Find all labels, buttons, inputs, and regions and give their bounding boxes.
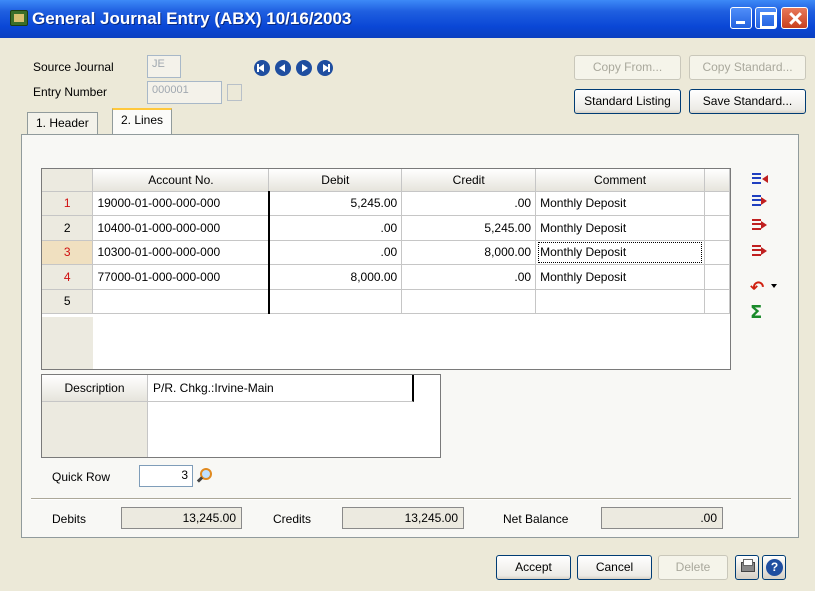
filler-cell	[704, 264, 731, 290]
app-icon	[10, 10, 28, 26]
previous-record-icon[interactable]	[275, 60, 291, 76]
window-title: General Journal Entry (ABX) 10/16/2003	[32, 9, 352, 28]
journal-lines-grid[interactable]: Account No. Debit Credit Comment 1 19000…	[41, 168, 731, 370]
divider	[31, 498, 791, 500]
account-cell[interactable]: 77000-01-000-000-000	[92, 264, 270, 290]
net-balance-label: Net Balance	[503, 512, 569, 526]
account-cell[interactable]	[92, 289, 270, 314]
credit-column-header[interactable]: Credit	[401, 169, 537, 192]
net-balance-total: .00	[601, 507, 723, 529]
first-record-icon[interactable]	[254, 60, 270, 76]
append-line-icon[interactable]	[752, 194, 768, 208]
tab-lines[interactable]: 2. Lines	[112, 108, 173, 135]
credits-total: 13,245.00	[342, 507, 464, 529]
account-cell[interactable]: 19000-01-000-000-000	[92, 191, 270, 216]
grid-header-row: Account No. Debit Credit Comment	[42, 169, 731, 192]
row-number-header	[42, 169, 94, 192]
lookup-icon[interactable]	[196, 468, 212, 482]
row-number[interactable]: 2	[42, 215, 94, 241]
next-entry-number-button[interactable]	[227, 84, 242, 101]
insert-line-icon[interactable]	[752, 172, 768, 186]
comment-cell[interactable]	[535, 289, 705, 314]
credit-cell[interactable]	[401, 289, 537, 314]
debit-cell[interactable]: 5,245.00	[268, 191, 403, 216]
journal-entry-window: General Journal Entry (ABX) 10/16/2003 S…	[0, 0, 815, 591]
delete-button[interactable]: Delete	[658, 555, 728, 580]
close-button[interactable]	[781, 7, 808, 29]
debits-label: Debits	[52, 512, 87, 526]
account-column-header[interactable]: Account No.	[92, 169, 270, 192]
debit-cell[interactable]: 8,000.00	[268, 264, 403, 290]
credit-cell[interactable]: 5,245.00	[401, 215, 537, 241]
entry-number-field[interactable]: 000001	[147, 81, 222, 104]
account-cell[interactable]: 10300-01-000-000-000	[92, 240, 270, 265]
row-number[interactable]: 3	[42, 240, 94, 265]
quick-row-label: Quick Row	[52, 470, 111, 484]
table-row[interactable]: 4 77000-01-000-000-000 8,000.00 .00 Mont…	[42, 264, 731, 290]
description-gutter	[42, 402, 148, 457]
comment-column-header[interactable]: Comment	[535, 169, 705, 192]
description-panel: Description P/R. Chkg.:Irvine-Main	[41, 374, 441, 458]
undo-icon[interactable]: ↶	[750, 278, 764, 298]
cancel-button[interactable]: Cancel	[577, 555, 652, 580]
quick-row-input[interactable]: 3	[139, 465, 193, 487]
debit-cell[interactable]	[268, 289, 403, 314]
account-cell[interactable]: 10400-01-000-000-000	[92, 215, 270, 241]
debit-cell[interactable]: .00	[268, 240, 403, 265]
credit-cell[interactable]: .00	[401, 264, 537, 290]
comment-cell[interactable]: Monthly Deposit	[535, 191, 705, 216]
minimize-button[interactable]	[730, 7, 752, 29]
table-row[interactable]: 1 19000-01-000-000-000 5,245.00 .00 Mont…	[42, 191, 731, 216]
debits-total: 13,245.00	[121, 507, 242, 529]
help-icon[interactable]: ?	[762, 555, 786, 580]
credit-cell[interactable]: 8,000.00	[401, 240, 537, 265]
tab-header[interactable]: 1. Header	[27, 112, 98, 134]
next-record-icon[interactable]	[296, 60, 312, 76]
title-bar[interactable]: General Journal Entry (ABX) 10/16/2003	[0, 0, 815, 38]
maximize-button[interactable]	[755, 7, 777, 29]
filler-cell	[704, 240, 731, 265]
comment-cell[interactable]: Monthly Deposit	[535, 240, 705, 265]
delete-line-icon[interactable]	[752, 218, 768, 232]
sum-icon[interactable]: Σ	[750, 302, 762, 323]
accept-button[interactable]: Accept	[496, 555, 571, 580]
credits-label: Credits	[273, 512, 312, 526]
undo-dropdown-icon[interactable]	[771, 284, 777, 288]
table-row[interactable]: 3 10300-01-000-000-000 .00 8,000.00 Mont…	[42, 240, 731, 265]
debit-cell[interactable]: .00	[268, 215, 403, 241]
description-label: Description	[42, 375, 148, 402]
filler-cell	[704, 289, 731, 314]
source-journal-field[interactable]: JE	[147, 55, 181, 78]
last-record-icon[interactable]	[317, 60, 333, 76]
print-icon[interactable]	[735, 555, 759, 580]
save-standard-button[interactable]: Save Standard...	[689, 89, 806, 114]
lookup-icon[interactable]	[189, 59, 203, 73]
row-number[interactable]: 4	[42, 264, 94, 290]
row-number[interactable]: 5	[42, 289, 94, 314]
row-number[interactable]: 1	[42, 191, 94, 216]
row-number-gutter	[42, 317, 93, 369]
standard-listing-button[interactable]: Standard Listing	[574, 89, 681, 114]
copy-from-button[interactable]: Copy From...	[574, 55, 681, 80]
delete-all-lines-icon[interactable]	[752, 244, 768, 258]
blank-column-header	[704, 169, 731, 192]
copy-standard-button[interactable]: Copy Standard...	[689, 55, 806, 80]
debit-column-header[interactable]: Debit	[268, 169, 403, 192]
comment-cell[interactable]: Monthly Deposit	[535, 264, 705, 290]
filler-cell	[704, 191, 731, 216]
comment-cell[interactable]: Monthly Deposit	[535, 215, 705, 241]
journal-list-icon[interactable]	[215, 59, 229, 73]
entry-number-label: Entry Number	[33, 85, 108, 99]
source-journal-label: Source Journal	[33, 60, 114, 74]
description-field[interactable]: P/R. Chkg.:Irvine-Main	[148, 375, 414, 402]
table-row[interactable]: 2 10400-01-000-000-000 .00 5,245.00 Mont…	[42, 215, 731, 241]
table-row[interactable]: 5	[42, 289, 731, 314]
credit-cell[interactable]: .00	[401, 191, 537, 216]
filler-cell	[704, 215, 731, 241]
